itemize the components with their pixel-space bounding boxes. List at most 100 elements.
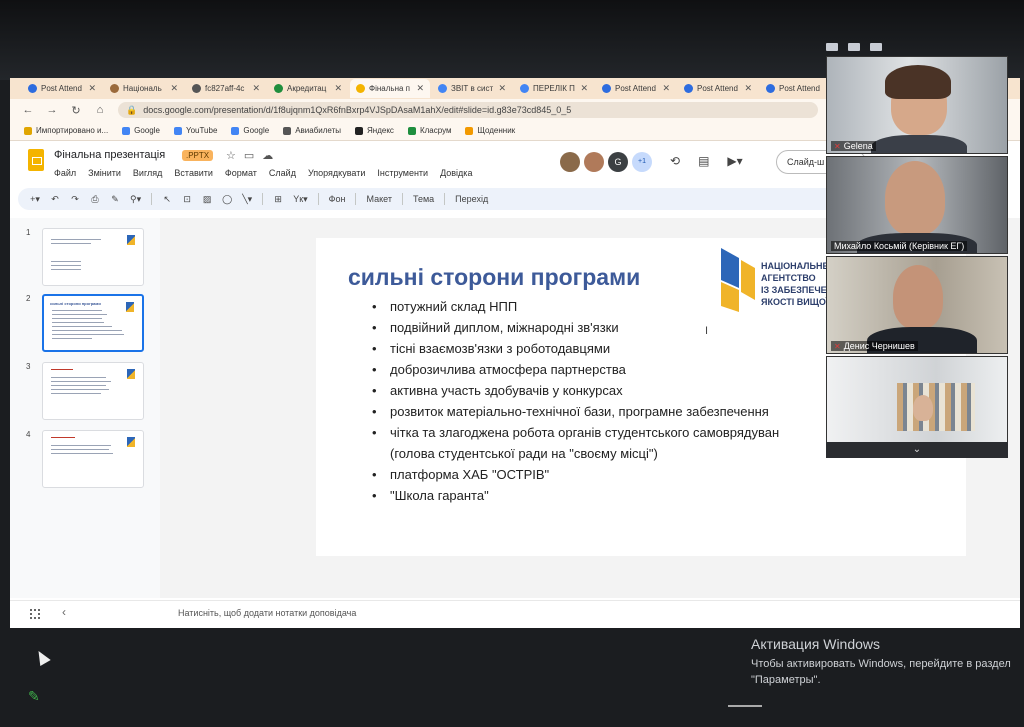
avatar[interactable] — [584, 152, 604, 172]
close-tab-icon[interactable]: ✕ — [252, 83, 260, 94]
video-tile[interactable]: Михайло Косьмій (Керівник ЕГ) — [826, 156, 1008, 254]
document-title[interactable]: Фінальна презентація — [54, 149, 165, 161]
avatar[interactable] — [560, 152, 580, 172]
bookmark-item[interactable]: Google — [122, 126, 160, 135]
image-icon[interactable]: ▨ — [202, 194, 212, 205]
speaker-notes[interactable]: ‹ Натисніть, щоб додати нотатки доповіда… — [10, 600, 1020, 628]
bullet-item[interactable]: активна участь здобувачів у конкурсах — [372, 380, 779, 401]
notes-resize-handle[interactable] — [728, 705, 762, 707]
menu-item[interactable]: Змінити — [88, 168, 121, 178]
menu-item[interactable]: Вигляд — [133, 168, 163, 178]
minimize-icon[interactable] — [826, 43, 838, 51]
speaker-view-icon[interactable] — [848, 43, 860, 51]
meet-camera-icon[interactable]: ▶▾ — [727, 154, 742, 168]
transition-button[interactable]: Перехід — [455, 194, 488, 204]
browser-tab[interactable]: ЗВІТ в сист ✕ — [432, 79, 512, 98]
browser-tab[interactable]: fc827aff-4c ✕ — [186, 79, 266, 98]
close-tab-icon[interactable]: ✕ — [744, 83, 752, 94]
browser-tab[interactable]: Post Attend ✕ — [22, 79, 102, 98]
bullet-item[interactable]: потужний склад НПП — [372, 296, 779, 317]
menu-item[interactable]: Упорядкувати — [308, 168, 365, 178]
back-icon[interactable]: ← — [22, 104, 34, 116]
print-icon[interactable]: ⎙ — [90, 194, 100, 205]
zoom-view-controls[interactable] — [826, 38, 882, 56]
close-tab-icon[interactable]: ✕ — [334, 83, 342, 94]
grid-view-icon[interactable] — [30, 609, 40, 619]
bullet-item[interactable]: розвиток матеріально-технічної бази, про… — [372, 401, 779, 422]
bookmark-item[interactable]: YouTube — [173, 126, 217, 135]
menu-item[interactable]: Файл — [54, 168, 76, 178]
redo-icon[interactable]: ↷ — [70, 194, 80, 205]
address-bar[interactable]: 🔒 docs.google.com/presentation/d/1f8ujqn… — [118, 102, 818, 118]
bullet-item-multiline[interactable]: чітка та злагоджена робота органів студе… — [372, 422, 779, 464]
background-button[interactable]: Фон — [329, 194, 346, 204]
close-tab-icon[interactable]: ✕ — [88, 83, 96, 94]
bullet-item[interactable]: доброзичлива атмосфера партнерства — [372, 359, 779, 380]
slide-thumbnail[interactable] — [42, 430, 144, 488]
close-tab-icon[interactable]: ✕ — [662, 83, 670, 94]
paint-format-icon[interactable]: ✎ — [110, 194, 120, 205]
filmstrip-item[interactable]: 4 — [26, 430, 144, 488]
history-icon[interactable]: ⟲ — [670, 154, 680, 168]
input-tools-icon[interactable]: Yк▾ — [293, 194, 307, 205]
new-slide-icon[interactable]: +▾ — [30, 194, 40, 205]
menu-item[interactable]: Формат — [225, 168, 257, 178]
browser-tab-active[interactable]: Фінальна п ✕ — [350, 79, 430, 98]
shape-icon[interactable]: ◯ — [222, 194, 232, 205]
undo-icon[interactable]: ↶ — [50, 194, 60, 205]
filmstrip-item[interactable]: 1 — [26, 228, 144, 286]
select-icon[interactable]: ↖ — [162, 194, 172, 205]
slide-thumbnail-active[interactable]: сильні сторони програми — [42, 294, 144, 352]
bullet-item[interactable]: подвійний диплом, міжнародні зв'язки — [372, 317, 779, 338]
browser-tab[interactable]: Акредитац ✕ — [268, 79, 348, 98]
bookmark-item[interactable]: Щоденник — [465, 126, 515, 135]
close-tab-icon[interactable]: ✕ — [498, 83, 506, 94]
bullet-item[interactable]: "Школа гаранта" — [372, 485, 779, 506]
text-box-icon[interactable]: ⊡ — [182, 194, 192, 205]
comments-icon[interactable]: ▤ — [698, 154, 709, 168]
bullet-item[interactable]: платформа ХАБ "ОСТРІВ" — [372, 464, 779, 485]
line-icon[interactable]: ╲▾ — [242, 194, 252, 205]
filmstrip-item[interactable]: 2 сильні сторони програми — [26, 294, 144, 352]
home-icon[interactable]: ⌂ — [94, 104, 106, 116]
close-tab-icon[interactable]: ✕ — [416, 83, 424, 94]
collapse-filmstrip-icon[interactable]: ‹ — [62, 605, 66, 619]
browser-tab[interactable]: Post Attend ✕ — [596, 79, 676, 98]
reload-icon[interactable]: ↻ — [70, 104, 82, 117]
star-icon[interactable]: ☆ — [226, 149, 236, 162]
browser-tab[interactable]: Національ ✕ — [104, 79, 184, 98]
menu-item[interactable]: Довідка — [440, 168, 472, 178]
pencil-icon[interactable]: ✎ — [28, 688, 40, 705]
video-tile[interactable] — [826, 356, 1008, 454]
forward-icon[interactable]: → — [46, 104, 58, 116]
slide-thumbnail[interactable] — [42, 228, 144, 286]
avatar[interactable]: G — [608, 152, 628, 172]
comment-add-icon[interactable]: ⊞ — [273, 194, 283, 205]
browser-tab[interactable]: Post Attend ✕ — [678, 79, 758, 98]
theme-button[interactable]: Тема — [413, 194, 434, 204]
slide-title[interactable]: сильні сторони програми — [348, 264, 640, 291]
video-tile[interactable]: ✕ Денис Чернишев — [826, 256, 1008, 354]
layout-button[interactable]: Макет — [366, 194, 391, 204]
bookmark-item[interactable]: Авиабилеты — [283, 126, 341, 135]
gallery-view-icon[interactable] — [870, 43, 882, 51]
bullet-item[interactable]: тісні взаємозв'язки з роботодавцями — [372, 338, 779, 359]
zoom-icon[interactable]: ⚲▾ — [130, 194, 141, 205]
bookmark-item[interactable]: Класрум — [407, 126, 451, 135]
bookmark-item[interactable]: Google — [231, 126, 269, 135]
menu-item[interactable]: Інструменти — [377, 168, 428, 178]
bookmark-item[interactable]: Яндекс — [355, 126, 394, 135]
close-tab-icon[interactable]: ✕ — [580, 83, 588, 94]
browser-tab[interactable]: ПЕРЕЛІК П ✕ — [514, 79, 594, 98]
move-folder-icon[interactable]: ▭ — [244, 149, 254, 162]
filmstrip-item[interactable]: 3 — [26, 362, 144, 420]
close-tab-icon[interactable]: ✕ — [170, 83, 178, 94]
video-tile[interactable]: ✕ Gelena — [826, 56, 1008, 154]
notes-placeholder[interactable]: Натисніть, щоб додати нотатки доповідача — [178, 608, 356, 618]
menu-item[interactable]: Слайд — [269, 168, 296, 178]
slide-thumbnail[interactable] — [42, 362, 144, 420]
slide-bullet-list[interactable]: потужний склад НПП подвійний диплом, між… — [372, 296, 779, 506]
cloud-status-icon[interactable]: ☁ — [262, 149, 273, 162]
chevron-down-icon[interactable]: ⌄ — [826, 442, 1008, 458]
bookmark-item[interactable]: Импортировано и... — [24, 126, 108, 135]
